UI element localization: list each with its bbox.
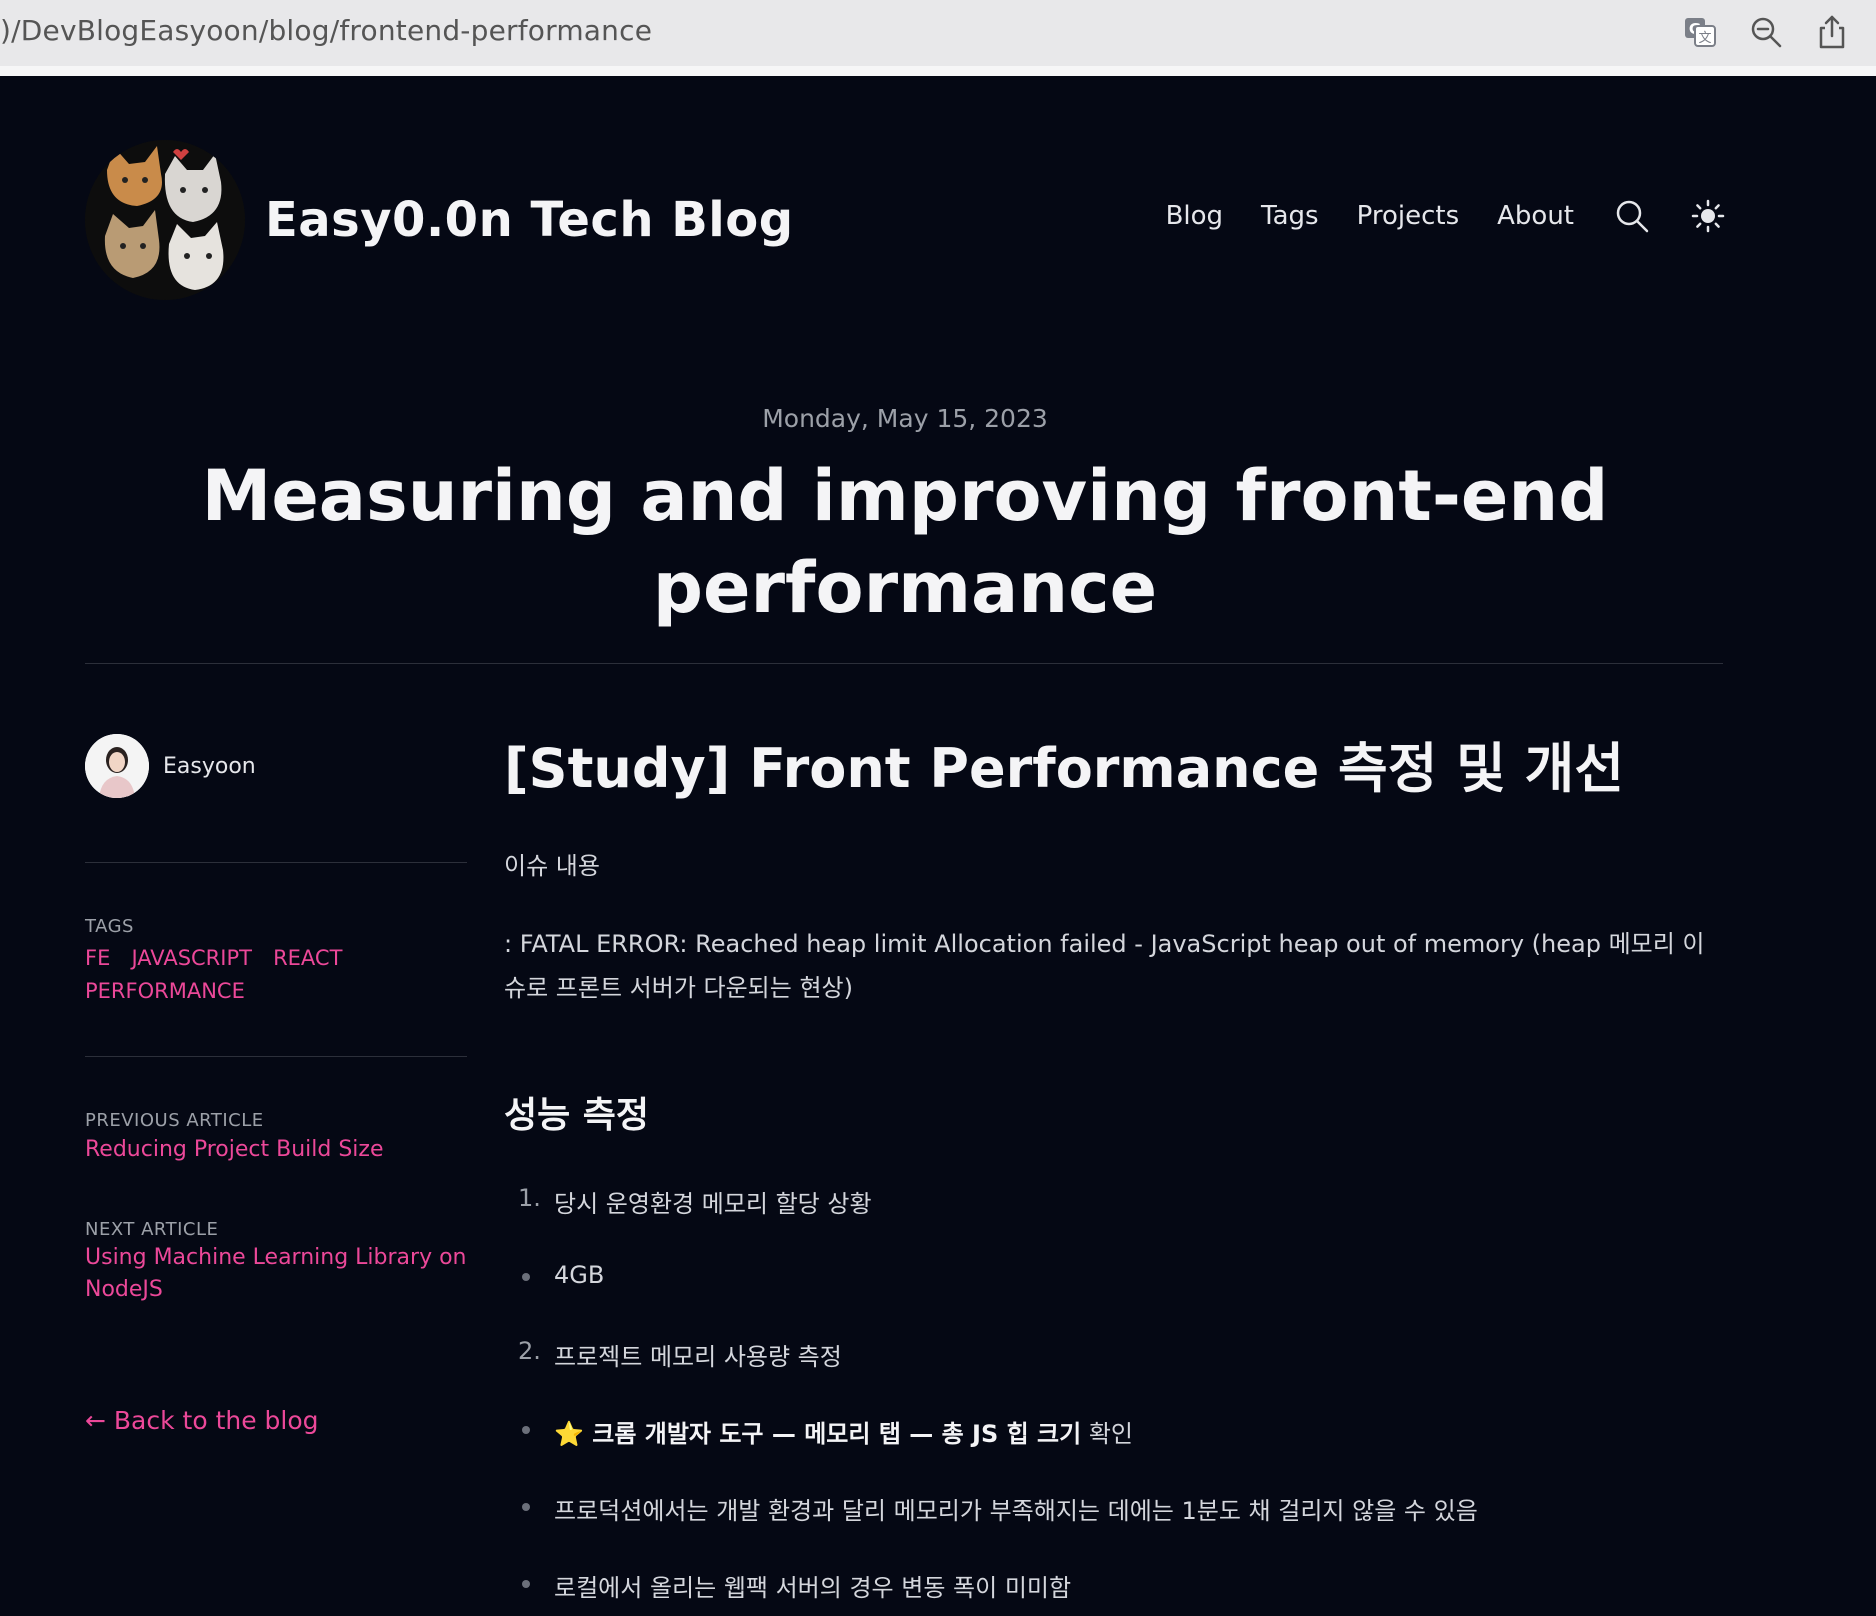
- nav-blog[interactable]: Blog: [1166, 201, 1223, 231]
- list-marker: 2.: [518, 1337, 541, 1365]
- post-title: Measuring and improving front-end perfor…: [201, 455, 1609, 629]
- tag-react[interactable]: REACT: [273, 942, 342, 975]
- svg-text:文: 文: [1698, 31, 1711, 46]
- issue-label: 이슈 내용: [504, 852, 600, 880]
- bullet-dot: [522, 1503, 530, 1511]
- main-nav: Blog Tags Projects About: [1128, 198, 1726, 234]
- nav-tags[interactable]: Tags: [1261, 201, 1319, 231]
- author-avatar: [85, 734, 149, 798]
- content-heading: [Study] Front Performance 측정 및 개선: [504, 737, 1625, 800]
- site-title: Easy0.0n Tech Blog: [265, 192, 794, 248]
- home-logo-link[interactable]: Easy0.0n Tech Blog: [85, 140, 794, 300]
- zoom-out-icon[interactable]: [1748, 14, 1784, 50]
- back-to-blog-link[interactable]: ← Back to the blog: [85, 1406, 319, 1435]
- bullet-dot: [522, 1273, 530, 1281]
- previous-article-label: PREVIOUS ARTICLE: [85, 1110, 264, 1131]
- list-item-bold-text: ⭐ 크롬 개발자 도구 — 메모리 탭 — 총 JS 힙 크기: [554, 1420, 1082, 1448]
- next-article-label: NEXT ARTICLE: [85, 1219, 219, 1240]
- nav-projects[interactable]: Projects: [1357, 201, 1460, 231]
- issue-text: : FATAL ERROR: Reached heap limit Alloca…: [504, 930, 1705, 1002]
- sidebar-divider: [85, 862, 467, 863]
- previous-article-link[interactable]: Reducing Project Build Size: [85, 1134, 467, 1166]
- tag-javascript[interactable]: JAVASCRIPT: [131, 942, 252, 975]
- list-item-text: 프로젝트 메모리 사용량 측정: [554, 1343, 842, 1371]
- post-date: Monday, May 15, 2023: [762, 404, 1048, 433]
- browser-divider: [0, 66, 1876, 76]
- search-icon[interactable]: [1614, 198, 1650, 234]
- header-divider: [85, 663, 1723, 664]
- theme-toggle-sun-icon[interactable]: [1690, 198, 1726, 234]
- list-item-text: 프로덕션에서는 개발 환경과 달리 메모리가 부족해지는 데에는 1분도 채 걸…: [554, 1497, 1478, 1525]
- url-text[interactable]: )/DevBlogEasyoon/blog/frontend-performan…: [0, 14, 652, 47]
- share-icon[interactable]: [1814, 14, 1850, 50]
- next-article-link[interactable]: Using Machine Learning Library on NodeJS: [85, 1242, 467, 1306]
- site-header: Easy0.0n Tech Blog Blog Tags Projects Ab…: [0, 76, 1876, 336]
- tag-fe[interactable]: FE: [85, 942, 110, 975]
- browser-address-bar: )/DevBlogEasyoon/blog/frontend-performan…: [0, 0, 1876, 66]
- tags-label: TAGS: [85, 916, 134, 937]
- list-marker: 1.: [518, 1184, 541, 1212]
- list-item-text: 로컬에서 올리는 웹팩 서버의 경우 변동 폭이 미미함: [554, 1574, 1072, 1602]
- tag-list: FE JAVASCRIPT REACT PERFORMANCE: [85, 942, 467, 1008]
- translate-icon[interactable]: G 文: [1682, 14, 1718, 50]
- author-name[interactable]: Easyoon: [163, 754, 256, 779]
- bullet-dot: [522, 1426, 530, 1434]
- list-item-text: 당시 운영환경 메모리 할당 상황: [554, 1190, 872, 1218]
- cats-logo-avatar: [85, 140, 245, 300]
- author-info: Easyoon: [85, 734, 256, 798]
- toolbar-icons: G 文: [1682, 14, 1850, 50]
- tag-performance[interactable]: PERFORMANCE: [85, 975, 245, 1008]
- list-item-text: ⭐ 크롬 개발자 도구 — 메모리 탭 — 총 JS 힙 크기 확인: [554, 1414, 1133, 1449]
- section-heading: 성능 측정: [504, 1095, 650, 1136]
- bullet-dot: [522, 1580, 530, 1588]
- list-item-rest-text: 확인: [1081, 1420, 1134, 1448]
- nav-about[interactable]: About: [1497, 201, 1574, 231]
- sidebar-divider: [85, 1056, 467, 1057]
- list-item-text: 4GB: [554, 1261, 605, 1289]
